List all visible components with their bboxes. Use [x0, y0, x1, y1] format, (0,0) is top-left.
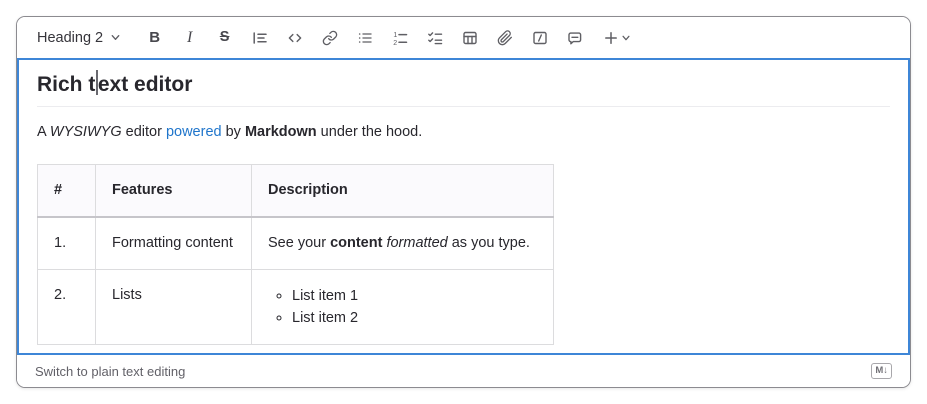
- list-item: List item 1: [292, 285, 537, 307]
- strikethrough-button[interactable]: S: [211, 24, 238, 51]
- strikethrough-icon: S: [220, 30, 230, 45]
- paperclip-icon: [497, 30, 513, 46]
- rich-text-editor: Heading 2 B I S: [16, 16, 911, 388]
- italic-text: WYSIWYG: [50, 124, 122, 140]
- paragraph-text: A: [37, 124, 50, 140]
- table-cell: Lists: [96, 270, 252, 345]
- table-row: 1. Formatting content See your content f…: [38, 217, 554, 270]
- document-table: # Features Description 1. Formatting con…: [37, 164, 554, 345]
- bullet-list-button[interactable]: [351, 24, 378, 51]
- ordered-list-icon: 1 2: [392, 30, 408, 46]
- powered-link[interactable]: powered: [166, 124, 222, 140]
- markdown-icon[interactable]: M↓: [871, 363, 892, 378]
- task-list-icon: [427, 30, 443, 46]
- plus-icon: [603, 30, 619, 46]
- table-cell: List item 1 List item 2: [252, 270, 554, 345]
- list-item: List item 2: [292, 307, 537, 329]
- cell-text: as you type.: [448, 235, 530, 251]
- editor-footer: Switch to plain text editing M↓: [17, 355, 910, 387]
- text-style-dropdown[interactable]: Heading 2: [29, 28, 129, 48]
- cell-text: See your: [268, 235, 330, 251]
- more-options-dropdown[interactable]: [596, 24, 638, 51]
- ordered-list-button[interactable]: 1 2: [386, 24, 413, 51]
- code-button[interactable]: [281, 24, 308, 51]
- table-header-cell: Description: [252, 165, 554, 218]
- table-cell: See your content formatted as you type.: [252, 217, 554, 270]
- editor-toolbar: Heading 2 B I S: [17, 17, 910, 58]
- comment-icon: [567, 30, 583, 46]
- link-icon: [322, 30, 338, 46]
- editor-content-area[interactable]: Rich text editor A WYSIWYG editor powere…: [17, 58, 910, 355]
- quick-action-button[interactable]: [526, 24, 553, 51]
- bold-text: content: [330, 235, 382, 251]
- slash-square-icon: [532, 30, 548, 46]
- paragraph-text: under the hood.: [317, 124, 423, 140]
- heading-text-before-caret: Rich t: [37, 73, 95, 96]
- page: Heading 2 B I S: [0, 0, 927, 404]
- switch-to-plain-text-button[interactable]: Switch to plain text editing: [35, 364, 185, 379]
- bold-text: Markdown: [245, 124, 317, 140]
- blockquote-icon: [252, 30, 268, 46]
- comment-button[interactable]: [561, 24, 588, 51]
- heading-text-after-caret: ext editor: [98, 73, 193, 96]
- chevron-down-icon: [621, 33, 631, 43]
- text-style-label: Heading 2: [37, 30, 103, 46]
- table-header-cell: Features: [96, 165, 252, 218]
- bullet-list: List item 1 List item 2: [268, 285, 537, 329]
- table-cell: 1.: [38, 217, 96, 270]
- bold-icon: B: [149, 30, 160, 45]
- blockquote-button[interactable]: [246, 24, 273, 51]
- table-row: 2. Lists List item 1 List item 2: [38, 270, 554, 345]
- italic-icon: I: [187, 30, 192, 46]
- italic-button[interactable]: I: [176, 24, 203, 51]
- code-icon: [287, 30, 303, 46]
- bullet-list-icon: [357, 30, 373, 46]
- table-header-row: # Features Description: [38, 165, 554, 218]
- attach-file-button[interactable]: [491, 24, 518, 51]
- bold-button[interactable]: B: [141, 24, 168, 51]
- italic-text: formatted: [386, 235, 447, 251]
- insert-table-button[interactable]: [456, 24, 483, 51]
- svg-text:2: 2: [393, 40, 397, 46]
- table-header-cell: #: [38, 165, 96, 218]
- paragraph-text: editor: [122, 124, 166, 140]
- table-icon: [462, 30, 478, 46]
- chevron-down-icon: [110, 32, 121, 43]
- table-cell: 2.: [38, 270, 96, 345]
- document-heading: Rich text editor: [37, 70, 890, 107]
- table-cell: Formatting content: [96, 217, 252, 270]
- task-list-button[interactable]: [421, 24, 448, 51]
- paragraph-text: by: [222, 124, 245, 140]
- link-button[interactable]: [316, 24, 343, 51]
- svg-text:1: 1: [393, 32, 397, 39]
- document-paragraph: A WYSIWYG editor powered by Markdown und…: [37, 122, 890, 143]
